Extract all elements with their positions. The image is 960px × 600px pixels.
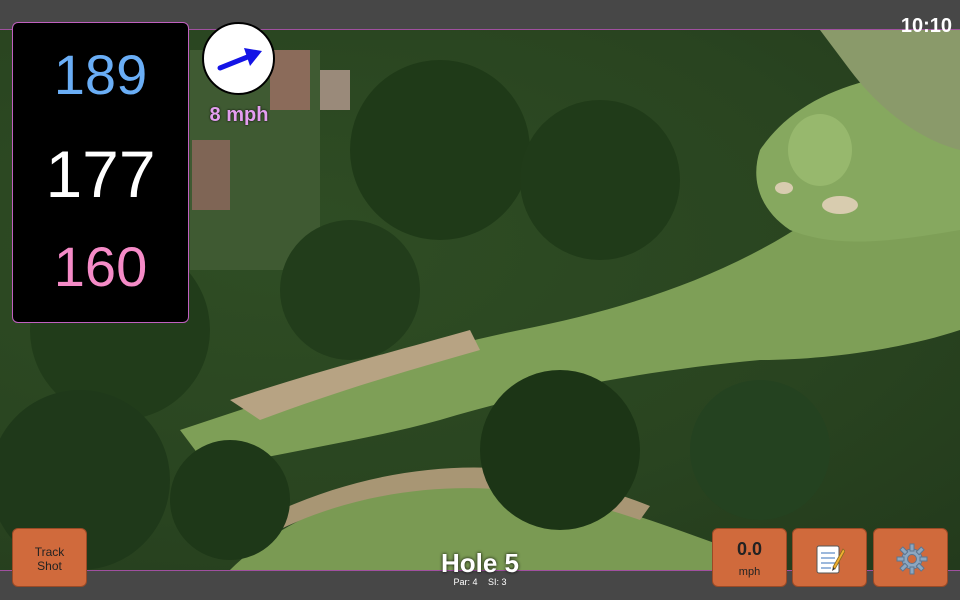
- hole-title: Hole 5: [440, 548, 520, 578]
- hole-stroke-index: SI: 3: [488, 577, 507, 587]
- track-shot-button[interactable]: Track Shot: [12, 528, 87, 587]
- notepad-icon: [816, 545, 845, 574]
- front-distance: 160: [53, 235, 148, 298]
- wind-indicator: [202, 22, 275, 95]
- back-distance: 189: [53, 43, 148, 106]
- distance-panel: 189 177 160: [12, 22, 189, 323]
- gear-icon: [896, 543, 928, 575]
- speed-value: 0.0: [736, 539, 763, 559]
- hole-par: Par: 4: [453, 577, 478, 587]
- clock: 10:10: [900, 15, 952, 37]
- middle-distance: 177: [45, 137, 156, 211]
- track-shot-label-line2: Shot: [37, 559, 62, 573]
- speed-button[interactable]: 0.0 mph: [712, 528, 787, 587]
- speed-unit: mph: [738, 566, 761, 578]
- wind-speed: 8 mph: [209, 104, 269, 126]
- hole-info: Par: 4 SI: 3: [380, 577, 580, 587]
- track-shot-label-line1: Track: [34, 545, 65, 559]
- settings-button[interactable]: [873, 528, 948, 587]
- notes-button[interactable]: [792, 528, 867, 587]
- golf-gps-screen: 10:10 189 177 160 8 mph Track Shot Hole …: [0, 0, 960, 600]
- wind-arrow-icon: [217, 48, 262, 71]
